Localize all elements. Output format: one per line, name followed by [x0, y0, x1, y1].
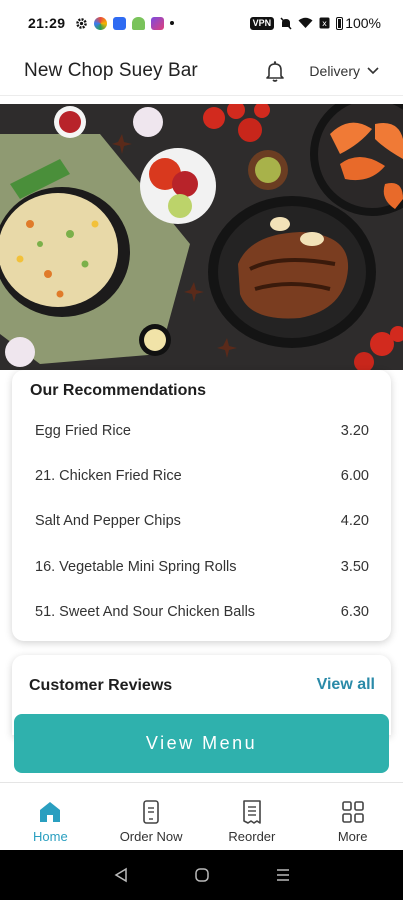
- fried-rice-shape: [0, 193, 118, 307]
- item-name: 21. Chicken Fried Rice: [35, 468, 182, 484]
- food-illustration: [0, 104, 403, 370]
- recommendation-item[interactable]: 51. Sweet And Sour Chicken Balls 6.30: [35, 601, 369, 623]
- item-price: 3.50: [340, 559, 369, 575]
- view-all-reviews-link[interactable]: View all: [317, 676, 375, 694]
- sim-icon: x: [319, 17, 330, 29]
- delivery-label: Delivery: [309, 62, 360, 79]
- nav-label: Order Now: [119, 829, 183, 844]
- item-price: 4.20: [340, 513, 369, 529]
- recommendation-item[interactable]: 21. Chicken Fried Rice 6.00: [35, 465, 369, 487]
- nav-item-reorder[interactable]: Reorder: [202, 783, 303, 850]
- delivery-selector[interactable]: Delivery: [309, 63, 379, 79]
- order-phone-icon: [143, 800, 159, 824]
- item-name: 51. Sweet And Sour Chicken Balls: [35, 604, 256, 620]
- app-notification-icon: [94, 16, 108, 30]
- recommendation-item[interactable]: Salt And Pepper Chips 4.20: [35, 510, 369, 532]
- item-price: 6.30: [340, 604, 369, 620]
- item-name: Salt And Pepper Chips: [35, 513, 181, 529]
- app-header: New Chop Suey Bar Delivery: [0, 46, 403, 96]
- item-price: 6.00: [340, 468, 369, 484]
- android-icon: [132, 16, 146, 30]
- status-bar: 21:29 VPN x 100%: [0, 0, 403, 46]
- grid-icon: [341, 801, 364, 823]
- messenger-icon: [113, 16, 127, 30]
- reviews-title: Customer Reviews: [29, 677, 173, 694]
- chevron-down-icon: [367, 66, 379, 74]
- notification-icons: [75, 16, 175, 30]
- item-name: Egg Fried Rice: [35, 423, 131, 439]
- battery-icon: [336, 16, 344, 30]
- vpn-icon: VPN: [249, 16, 275, 30]
- item-name: 16. Vegetable Mini Spring Rolls: [35, 559, 237, 575]
- system-navigation-bar: [0, 850, 403, 900]
- nav-label: More: [337, 829, 368, 844]
- system-icons: VPN x 100%: [249, 15, 381, 31]
- back-icon[interactable]: [113, 867, 129, 883]
- hero-food-image: [0, 104, 403, 370]
- home-icon: [40, 802, 61, 822]
- instagram-icon: [151, 16, 165, 30]
- battery-indicator: 100%: [336, 15, 381, 31]
- more-dot-icon: [170, 21, 175, 25]
- restaurant-title: New Chop Suey Bar: [24, 59, 198, 81]
- recommendations-card: Our Recommendations Egg Fried Rice 3.20 …: [12, 370, 391, 641]
- bell-icon[interactable]: [263, 59, 287, 83]
- battery-level: 100%: [345, 15, 381, 31]
- settings-gear-icon: [76, 17, 88, 29]
- nav-label: Home: [33, 829, 68, 844]
- recommendations-title: Our Recommendations: [30, 382, 207, 399]
- mute-icon: [280, 16, 292, 30]
- view-menu-button[interactable]: View Menu: [14, 714, 389, 773]
- nav-label: Reorder: [228, 829, 276, 844]
- receipt-icon: [243, 800, 261, 824]
- status-time: 21:29: [28, 15, 66, 31]
- nav-item-home[interactable]: Home: [0, 783, 101, 850]
- recents-icon[interactable]: [275, 867, 291, 883]
- recommendation-item[interactable]: 16. Vegetable Mini Spring Rolls 3.50: [35, 556, 369, 578]
- recommendation-item[interactable]: Egg Fried Rice 3.20: [35, 420, 369, 442]
- home-circle-icon[interactable]: [194, 867, 210, 883]
- item-price: 3.20: [340, 423, 369, 439]
- wifi-icon: [298, 17, 313, 28]
- svg-text:x: x: [322, 19, 327, 28]
- nav-item-more[interactable]: More: [302, 783, 403, 850]
- nav-item-order-now[interactable]: Order Now: [101, 783, 202, 850]
- bottom-navigation: Home Order Now Reorder More: [0, 782, 403, 850]
